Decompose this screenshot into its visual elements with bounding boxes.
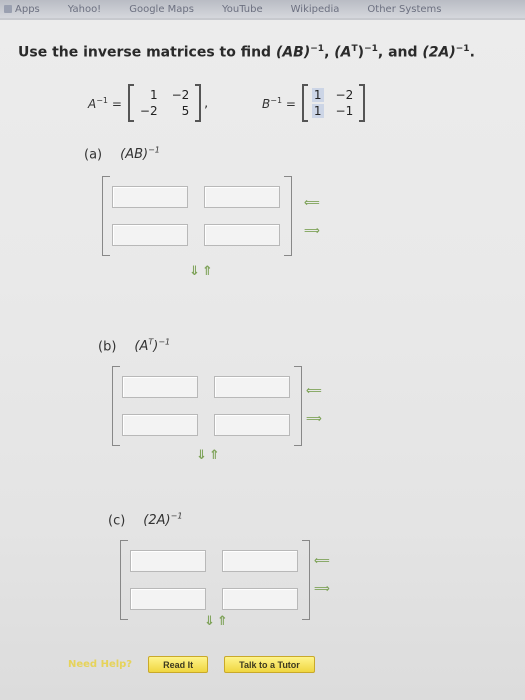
arrow-left-icon[interactable]: ⟸ [314,555,330,566]
column-arrows-b: ⟸ ⟹ [306,385,322,424]
question-text: Use the inverse matrices to find (AB)−1,… [18,44,475,61]
left-bracket [102,176,110,256]
talk-to-tutor-button[interactable]: Talk to a Tutor [224,656,315,673]
arrow-left-icon[interactable]: ⟸ [304,197,320,208]
help-button-row: Need Help? Read It Talk to a Tutor [68,656,315,673]
bookmarks-bar: Apps Yahoo! Google Maps YouTube Wikipedi… [0,0,525,18]
row-arrows-a[interactable]: ⇓⇑ [189,264,215,279]
answer-b-r2c1[interactable] [122,414,198,436]
part-c-label: (c) (2A)−1 [108,512,183,529]
answer-matrix-b [112,366,302,446]
need-help-label: Need Help? [68,659,133,670]
a-inverse-matrix: 1 −2 −2 5 [127,84,202,122]
read-it-button[interactable]: Read It [148,656,209,673]
arrow-left-icon[interactable]: ⟸ [306,385,322,396]
given-a-inverse: A−1 = 1 −2 −2 5 , [88,84,209,122]
b-inverse-matrix: 1 −2 1 −1 [301,84,366,122]
apps-icon [4,5,12,13]
b-inverse-label: B−1 = [262,95,296,111]
left-bracket [120,540,128,620]
part-b-label: (b) (AT)−1 [98,338,171,355]
answer-c-r2c2[interactable] [222,588,298,610]
bookmark-apps[interactable]: Apps [4,4,40,15]
answer-b-r1c2[interactable] [214,376,290,398]
answer-c-r2c1[interactable] [130,588,206,610]
answer-matrix-a [102,176,292,256]
answer-c-r1c1[interactable] [130,550,206,572]
left-bracket [112,366,120,446]
answer-a-r2c1[interactable] [112,224,188,246]
right-bracket [284,176,292,256]
bookmark-google-maps[interactable]: Google Maps [129,4,194,15]
column-arrows-c: ⟸ ⟹ [314,555,330,594]
arrow-right-icon[interactable]: ⟹ [314,583,330,594]
column-arrows-a: ⟸ ⟹ [304,197,320,236]
a-inverse-label: A−1 = [88,95,122,111]
answer-c-r1c2[interactable] [222,550,298,572]
right-bracket [294,366,302,446]
right-bracket [302,540,310,620]
answer-a-r1c1[interactable] [112,186,188,208]
given-b-inverse: B−1 = 1 −2 1 −1 [262,78,366,128]
toolbar-divider [0,18,525,20]
bookmark-other-systems[interactable]: Other Systems [367,4,441,15]
bookmark-wikipedia[interactable]: Wikipedia [291,4,340,15]
arrow-right-icon[interactable]: ⟹ [304,225,320,236]
bookmark-youtube[interactable]: YouTube [222,4,263,15]
row-arrows-c[interactable]: ⇓⇑ [204,614,230,629]
part-a-label: (a) (AB)−1 [84,146,160,163]
row-arrows-b[interactable]: ⇓⇑ [196,448,222,463]
answer-a-r2c2[interactable] [204,224,280,246]
answer-b-r1c1[interactable] [122,376,198,398]
answer-b-r2c2[interactable] [214,414,290,436]
bookmark-yahoo[interactable]: Yahoo! [68,4,101,15]
arrow-right-icon[interactable]: ⟹ [306,413,322,424]
answer-matrix-c [120,540,310,620]
answer-a-r1c2[interactable] [204,186,280,208]
